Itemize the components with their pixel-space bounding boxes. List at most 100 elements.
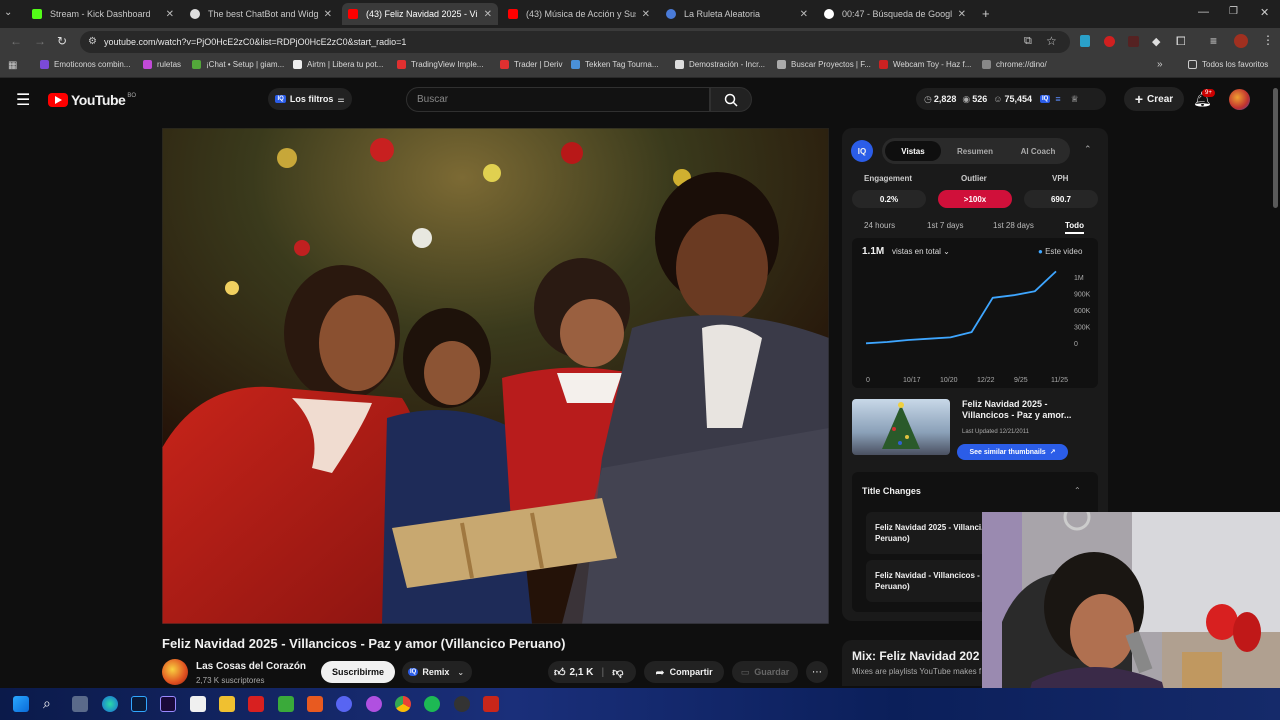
scrollbar-thumb[interactable] (1273, 88, 1278, 208)
tab-search-chevron-icon[interactable]: ⌄ (4, 7, 12, 18)
close-icon[interactable]: ✕ (800, 9, 808, 20)
media-icon[interactable]: ≡ (1210, 34, 1217, 48)
spotify-icon[interactable] (424, 696, 440, 712)
create-button[interactable]: + Crear (1124, 87, 1184, 111)
deriv-icon[interactable] (248, 696, 264, 712)
bookmark-item[interactable]: Webcam Toy - Haz f... (879, 60, 971, 69)
video-player[interactable] (162, 128, 829, 624)
extension-icon[interactable] (1080, 35, 1090, 47)
premiere-icon[interactable] (160, 696, 176, 712)
dislike-icon[interactable]: 👎︎ (612, 666, 623, 679)
mix-title: Mix: Feliz Navidad 202 (852, 649, 980, 663)
extension-icon[interactable] (1104, 36, 1115, 47)
address-bar[interactable]: ⚙ youtube.com/watch?v=PjO0HcE2zC0&list=R… (80, 31, 1070, 53)
chrome-icon[interactable] (395, 696, 411, 712)
tab-google[interactable]: 00:47 - Búsqueda de Google ✕ (818, 3, 972, 25)
bookmark-item[interactable]: chrome://dino/ (982, 60, 1047, 69)
channel-avatar[interactable] (162, 659, 188, 685)
tab-vistas[interactable]: Vistas (885, 141, 941, 161)
all-bookmarks[interactable]: Todos los favoritos (1188, 60, 1268, 69)
tab-feliz-navidad[interactable]: (43) Feliz Navidad 2025 - Villan ✕ (342, 3, 498, 25)
extension-icon[interactable] (1128, 36, 1139, 47)
remix-button[interactable]: IQ Remix ⌄ (402, 661, 472, 683)
close-icon[interactable]: ✕ (324, 9, 332, 20)
bookmark-item[interactable]: Emoticonos combin... (40, 60, 130, 69)
menu-icon[interactable]: ⋮ (1262, 33, 1274, 47)
more-actions-button[interactable]: ⋯ (806, 661, 828, 683)
bookmark-star-icon[interactable]: ☆ (1046, 34, 1057, 48)
site-info-icon[interactable]: ⚙ (88, 36, 97, 47)
obs-icon[interactable] (454, 696, 470, 712)
like-count[interactable]: 2,1 K (570, 667, 594, 678)
range-28d[interactable]: 1st 28 days (993, 221, 1034, 230)
bookmark-item[interactable]: Demostración - Incr... (675, 60, 765, 69)
puzzle-icon[interactable]: ⧠ (1176, 34, 1186, 49)
save-button[interactable]: ▭ Guardar (732, 661, 798, 683)
related-thumbnail[interactable] (852, 399, 950, 455)
youtube-logo[interactable]: YouTube BO (48, 92, 136, 108)
tab-kick[interactable]: Stream - Kick Dashboard ✕ (26, 3, 180, 25)
views-dropdown[interactable]: vistas en total ⌄ (892, 247, 950, 256)
apps-icon[interactable]: ▦ (8, 60, 17, 71)
range-24h[interactable]: 24 hours (864, 221, 895, 230)
subscribe-button[interactable]: Suscribirme (321, 661, 395, 683)
file-explorer-icon[interactable] (219, 696, 235, 712)
close-icon[interactable]: ✕ (166, 9, 174, 20)
search-icon[interactable]: ⌕ (43, 695, 51, 712)
hamburger-menu-icon[interactable]: ☰ (16, 90, 30, 110)
collapse-icon[interactable]: ⌃ (1074, 486, 1081, 495)
minimize-icon[interactable]: — (1198, 6, 1209, 18)
account-avatar[interactable] (1229, 89, 1250, 110)
bookmark-item[interactable]: TradingView Imple... (397, 60, 483, 69)
restore-icon[interactable]: ❐ (1229, 6, 1238, 17)
search-input[interactable]: Buscar (406, 87, 710, 112)
app-icon[interactable] (366, 696, 382, 712)
tab-ruleta[interactable]: La Ruleta Aleatoria ✕ (660, 3, 814, 25)
channel-stats-bar[interactable]: ◷ 2,828 ◉ 526 ☺ 75,454 IQ ≡ ♕ (916, 88, 1106, 110)
back-icon[interactable]: ← (10, 34, 22, 48)
range-7d[interactable]: 1st 7 days (927, 221, 963, 230)
youtube-icon (508, 9, 518, 19)
clock-icon: ◷ (924, 93, 932, 104)
mix-subtitle: Mixes are playlists YouTube makes f (852, 667, 982, 676)
install-icon[interactable]: ⧉ (1024, 35, 1032, 48)
bookmark-item[interactable]: ¡Chat • Setup | giam... (192, 60, 284, 69)
extension-icon[interactable]: ◆ (1152, 35, 1160, 48)
bookmark-item[interactable]: Tekken Tag Tourna... (571, 60, 659, 69)
close-icon[interactable]: ✕ (642, 9, 650, 20)
reload-icon[interactable]: ↻ (57, 34, 67, 48)
like-icon[interactable]: 👍︎ (554, 666, 566, 679)
search-button[interactable] (710, 87, 752, 112)
tab-musica[interactable]: (43) Música de Acción y Suspen ✕ (502, 3, 656, 25)
channel-name[interactable]: Las Cosas del Corazón (196, 661, 306, 672)
tab-chatbot[interactable]: The best ChatBot and Widgets ✕ (184, 3, 338, 25)
range-todo[interactable]: Todo (1065, 221, 1084, 234)
discord-icon[interactable] (336, 696, 352, 712)
close-icon[interactable]: ✕ (958, 9, 966, 20)
filters-button[interactable]: IQ Los filtros ⚌ (268, 88, 352, 110)
bookmark-item[interactable]: Airtm | Libera tu pot... (293, 60, 383, 69)
minecraft-icon[interactable] (278, 696, 294, 712)
more-bookmarks-icon[interactable]: » (1157, 59, 1163, 70)
collapse-icon[interactable]: ⌃ (1084, 144, 1092, 155)
close-icon[interactable]: ✕ (484, 9, 492, 20)
bookmark-item[interactable]: Trader | Deriv (500, 60, 562, 69)
new-tab-button[interactable]: + (982, 6, 990, 21)
tab-resumen[interactable]: Resumen (947, 141, 1003, 161)
photoshop-icon[interactable] (131, 696, 147, 712)
edge-icon[interactable] (102, 696, 118, 712)
share-button[interactable]: ➦ Compartir (644, 661, 724, 683)
bookmark-item[interactable]: ruletas (143, 60, 181, 69)
store-icon[interactable] (190, 696, 206, 712)
window-close-icon[interactable]: ✕ (1260, 6, 1269, 19)
forward-icon[interactable]: → (34, 34, 46, 48)
bookmark-item[interactable]: Buscar Proyectos | F... (777, 60, 871, 69)
powerpoint-icon[interactable] (483, 696, 499, 712)
tab-ai-coach[interactable]: AI Coach (1009, 141, 1067, 161)
windows-start-icon[interactable] (13, 696, 29, 712)
profile-avatar[interactable] (1234, 34, 1248, 48)
related-title[interactable]: Feliz Navidad 2025 - Villancicos - Paz y… (962, 399, 1092, 421)
brave-icon[interactable] (307, 696, 323, 712)
gamepad-icon[interactable] (72, 696, 88, 712)
see-similar-thumbnails-button[interactable]: See similar thumbnails ↗ (957, 444, 1068, 460)
